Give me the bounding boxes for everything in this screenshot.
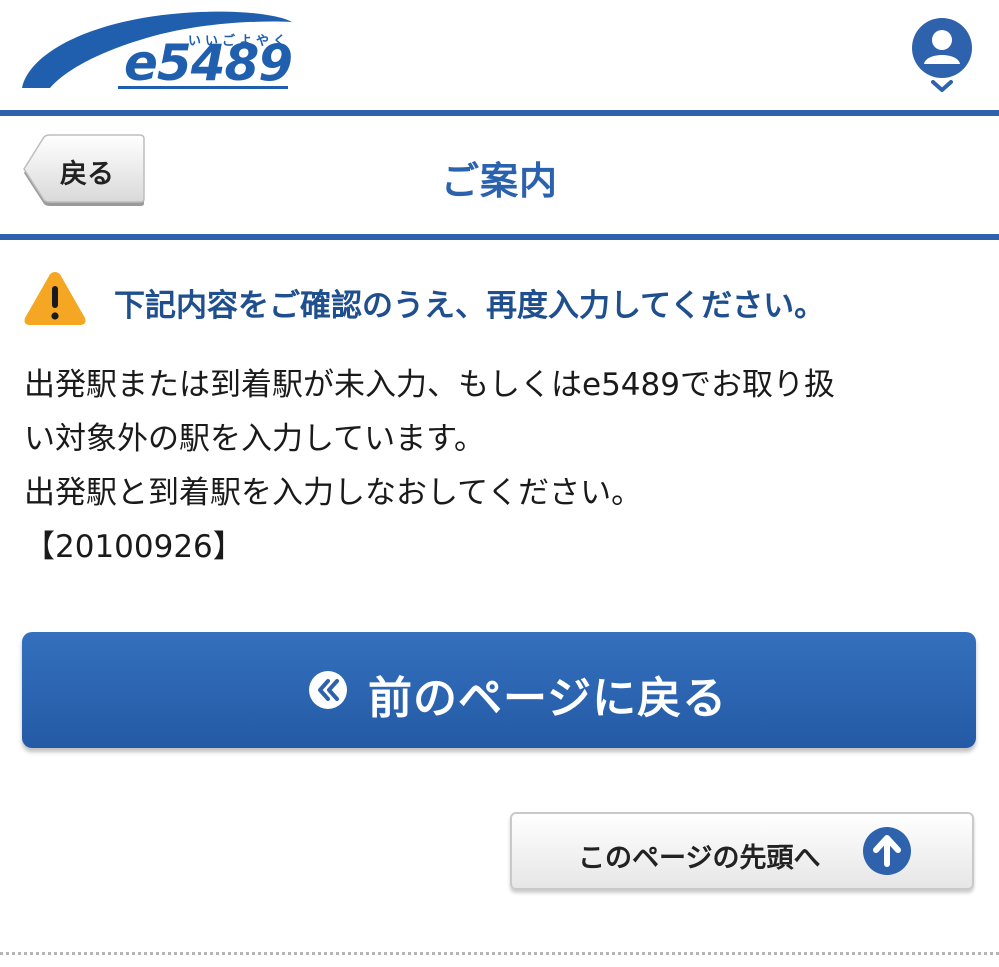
page-top-label: このページの先頭へ: [578, 843, 821, 874]
title-divider: [0, 234, 999, 240]
message-line: 出発駅と到着駅を入力しなおしてください。: [24, 475, 643, 511]
warning-heading: 下記内容をご確認のうえ、再度入力してください。: [114, 288, 826, 324]
double-chevron-left-icon: [309, 671, 347, 709]
prev-page-button[interactable]: 前のページに戻る: [22, 632, 976, 748]
warning-triangle-icon: [24, 272, 86, 325]
error-code: 【20100926】: [24, 529, 244, 565]
footer-divider: [0, 952, 999, 955]
error-message: 出発駅または到着駅が未入力、もしくはe5489でお取り扱 い対象外の駅を入力して…: [24, 358, 974, 574]
site-header: いいごよやく e5489: [0, 0, 999, 110]
message-line: い対象外の駅を入力しています。: [24, 421, 485, 457]
prev-page-label: 前のページに戻る: [368, 673, 728, 724]
e5489-logo[interactable]: いいごよやく e5489: [20, 10, 300, 96]
warning-notice: 下記内容をご確認のうえ、再度入力してください。: [22, 266, 982, 330]
message-line: 出発駅または到着駅が未入力、もしくはe5489でお取り扱: [24, 367, 835, 403]
title-bar: 戻る ご案内: [0, 116, 999, 234]
arrow-up-circle-icon: [863, 827, 911, 875]
page-title: ご案内: [440, 159, 558, 203]
account-menu-button[interactable]: [910, 16, 974, 96]
chevron-down-icon: [931, 80, 953, 92]
logo-text: e5489: [124, 34, 293, 92]
page-top-button[interactable]: このページの先頭へ: [510, 812, 974, 890]
